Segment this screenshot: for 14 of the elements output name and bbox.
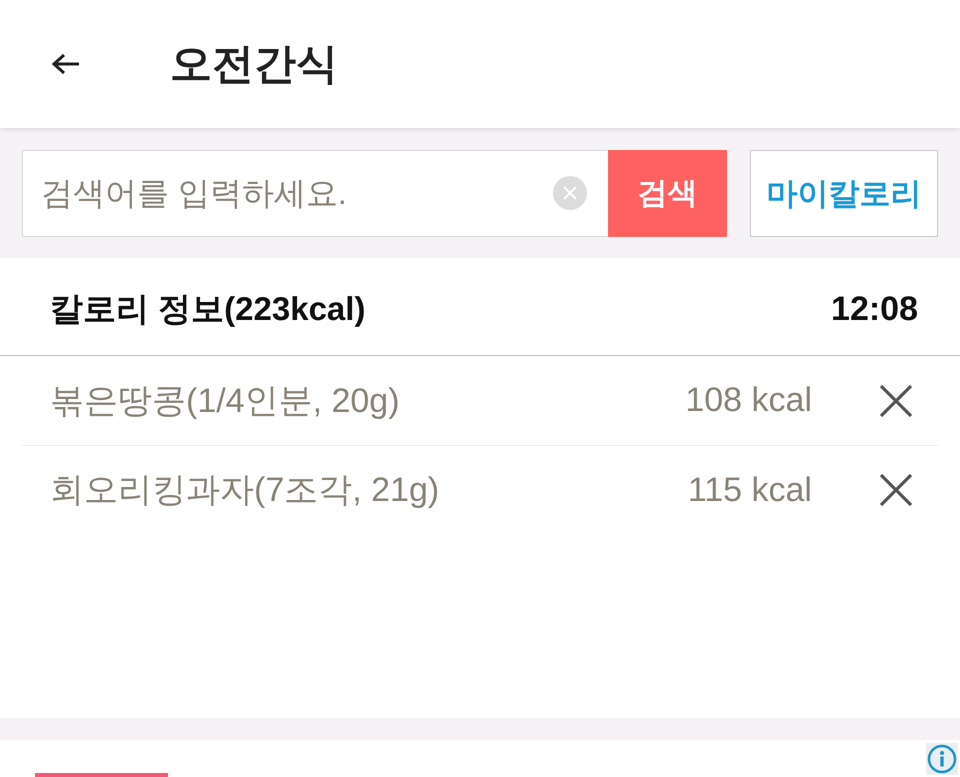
food-name: 볶은땅콩(1/4인분, 20g) [50, 380, 401, 422]
food-calories: 108 kcal [685, 381, 812, 420]
calorie-info-title: 칼로리 정보(223kcal) [50, 289, 366, 329]
screen-title: 오전간식 [170, 39, 338, 89]
food-name: 회오리킹과자(7조각, 21g) [50, 470, 440, 511]
close-icon[interactable] [880, 384, 912, 416]
meal-time: 12:08 [831, 290, 918, 329]
search-button[interactable]: 검색 [608, 150, 727, 237]
search-field[interactable]: 검색어를 입력하세요. [22, 150, 608, 237]
my-calorie-button[interactable]: 마이칼로리 [750, 150, 938, 237]
back-arrow-icon[interactable] [52, 53, 80, 75]
food-calories: 115 kcal [688, 470, 812, 510]
info-icon[interactable] [926, 743, 958, 775]
close-icon[interactable] [880, 474, 912, 506]
